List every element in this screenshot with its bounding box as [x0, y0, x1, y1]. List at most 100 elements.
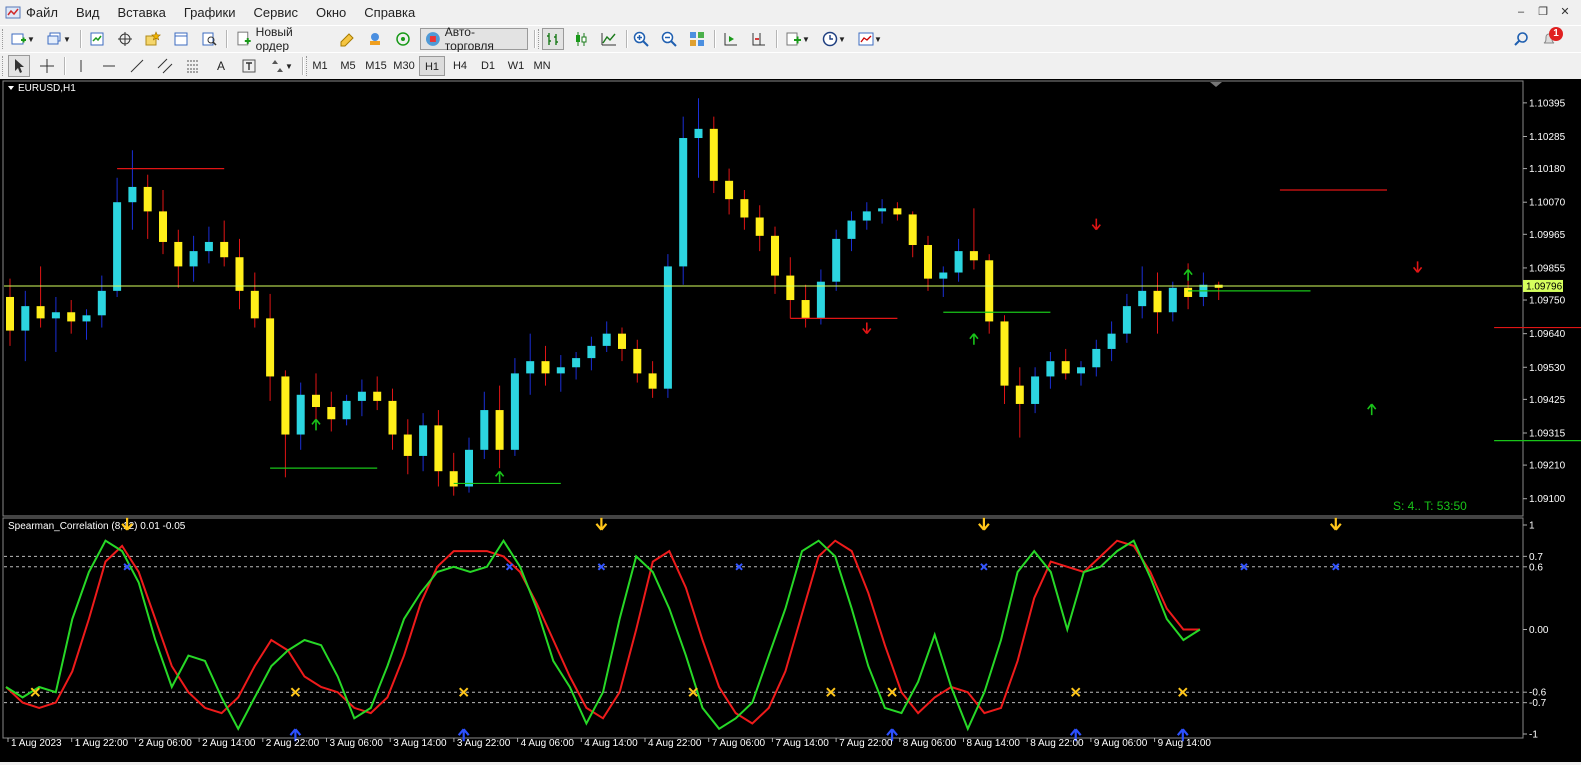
restore-icon[interactable]: ❐	[1535, 4, 1551, 20]
timeframe-mn[interactable]: MN	[529, 56, 555, 76]
timeframe-h1[interactable]: H1	[419, 56, 445, 76]
menu-insert[interactable]: Вставка	[118, 0, 176, 25]
menu-items: Файл Вид Вставка Графики Сервис Окно Спр…	[26, 0, 433, 25]
candle-body	[1046, 361, 1055, 377]
toolbar-separator	[714, 30, 716, 48]
autotrading-button[interactable]: Авто-торговля	[420, 25, 528, 53]
timeframe-d1[interactable]: D1	[475, 56, 501, 76]
cursor-button[interactable]	[8, 55, 30, 77]
time-tick-label: 9 Aug 14:00	[1158, 738, 1212, 749]
signals-button[interactable]	[364, 28, 386, 50]
market-watch-icon	[90, 32, 104, 46]
templates-button[interactable]: ▼	[854, 28, 886, 50]
strategy-tester-button[interactable]	[198, 28, 220, 50]
candle-body	[572, 358, 581, 368]
chart-shift-button[interactable]	[748, 28, 770, 50]
navigator-button[interactable]	[142, 28, 164, 50]
indicators-button[interactable]: ▼	[782, 28, 814, 50]
horizontal-line-icon	[103, 65, 115, 67]
bar-chart-icon	[547, 33, 558, 45]
tile-windows-button[interactable]	[686, 28, 708, 50]
candlestick-icon	[576, 32, 587, 46]
candle-body	[954, 251, 963, 273]
zoom-in-button[interactable]	[630, 28, 652, 50]
close-icon[interactable]: ✕	[1557, 4, 1573, 20]
menu-file[interactable]: Файл	[26, 0, 68, 25]
time-tick-label: 4 Aug 22:00	[648, 738, 702, 749]
chart-canvas[interactable]: 1.10395 1.10285 1.10180 1.10070 1.09965 1.098…	[0, 79, 1581, 762]
price-tick-label: 1.10180	[1529, 164, 1566, 175]
notifications-button[interactable]: 1	[1538, 27, 1563, 50]
toolbar-separator	[80, 30, 82, 48]
candlestick-series	[6, 98, 1223, 496]
zoom-in-icon	[633, 31, 649, 47]
profiles-button[interactable]: ▼	[44, 28, 74, 50]
price-tick-label: 1.10285	[1529, 132, 1566, 143]
time-tick-label: 1 Aug 22:00	[75, 738, 129, 749]
text-button[interactable]: A	[210, 55, 232, 77]
candle-body	[771, 235, 779, 276]
candle-body	[67, 312, 76, 322]
menu-view[interactable]: Вид	[76, 0, 110, 25]
chart-shift-marker[interactable]	[1210, 82, 1222, 87]
vps-icon	[396, 32, 410, 46]
autoscroll-button[interactable]	[720, 28, 742, 50]
metaeditor-button[interactable]	[336, 28, 358, 50]
tile-windows-icon	[690, 32, 704, 46]
candle-body	[449, 471, 458, 487]
new-chart-button[interactable]: ▼	[8, 28, 38, 50]
time-tick-label: 3 Aug 22:00	[457, 738, 511, 749]
shapes-button[interactable]: ▼	[266, 55, 296, 77]
timeframe-m15[interactable]: M15	[363, 56, 389, 76]
crosshair-button[interactable]	[36, 55, 58, 77]
menu-tools[interactable]: Сервис	[254, 0, 309, 25]
indicators-icon	[786, 32, 802, 46]
candle-body	[312, 394, 320, 408]
price-tick-label: 1.09640	[1529, 329, 1566, 340]
candle-body	[1077, 367, 1085, 374]
timeframe-w1[interactable]: W1	[503, 56, 529, 76]
text-label-button[interactable]	[238, 55, 260, 77]
bar-chart-button[interactable]	[542, 28, 564, 50]
price-tick-label: 1.09965	[1529, 230, 1566, 241]
candle-body	[250, 290, 259, 319]
vps-button[interactable]	[392, 28, 414, 50]
candle-body	[1184, 287, 1193, 297]
indicator-tick-label: -1	[1529, 730, 1538, 741]
autoscroll-icon	[724, 33, 737, 46]
timeframe-m5[interactable]: M5	[335, 56, 361, 76]
symbol-label-text: EURUSD,H1	[18, 83, 76, 94]
menu-help[interactable]: Справка	[364, 0, 425, 25]
fibonacci-button[interactable]	[182, 55, 204, 77]
menu-charts[interactable]: Графики	[184, 0, 246, 25]
toolbar-separator	[64, 57, 66, 75]
minimize-icon[interactable]: ‒	[1513, 4, 1529, 20]
vertical-line-icon	[80, 60, 82, 72]
chart-window[interactable]: 1.10395 1.10285 1.10180 1.10070 1.09965 1.098…	[0, 79, 1581, 762]
new-order-button[interactable]: Новый ордер	[232, 25, 332, 53]
data-window-button[interactable]	[114, 28, 136, 50]
periods-button[interactable]: ▼	[818, 28, 850, 50]
trendline-button[interactable]	[126, 55, 148, 77]
timeframe-m1[interactable]: M1	[307, 56, 333, 76]
timeframe-m30[interactable]: M30	[391, 56, 417, 76]
equidistant-channel-button[interactable]	[154, 55, 176, 77]
candle-body	[113, 202, 122, 291]
timeframe-h4[interactable]: H4	[447, 56, 473, 76]
candlestick-chart-button[interactable]	[570, 28, 592, 50]
toolbar-grip[interactable]	[2, 56, 6, 76]
toolbar-grip[interactable]	[2, 29, 6, 49]
horizontal-line-button[interactable]	[98, 55, 120, 77]
market-watch-button[interactable]	[86, 28, 108, 50]
buy-arrow-icon	[1367, 403, 1377, 416]
indicator-tick-label: 0.00	[1529, 625, 1549, 636]
search-icon	[1514, 32, 1528, 46]
candle-body	[832, 238, 841, 282]
vertical-line-button[interactable]	[70, 55, 92, 77]
zoom-out-button[interactable]	[658, 28, 680, 50]
search-button[interactable]	[1510, 28, 1532, 50]
terminal-button[interactable]	[170, 28, 192, 50]
menu-window[interactable]: Окно	[316, 0, 356, 25]
line-chart-button[interactable]	[598, 28, 620, 50]
price-pane-border	[2, 80, 1524, 517]
